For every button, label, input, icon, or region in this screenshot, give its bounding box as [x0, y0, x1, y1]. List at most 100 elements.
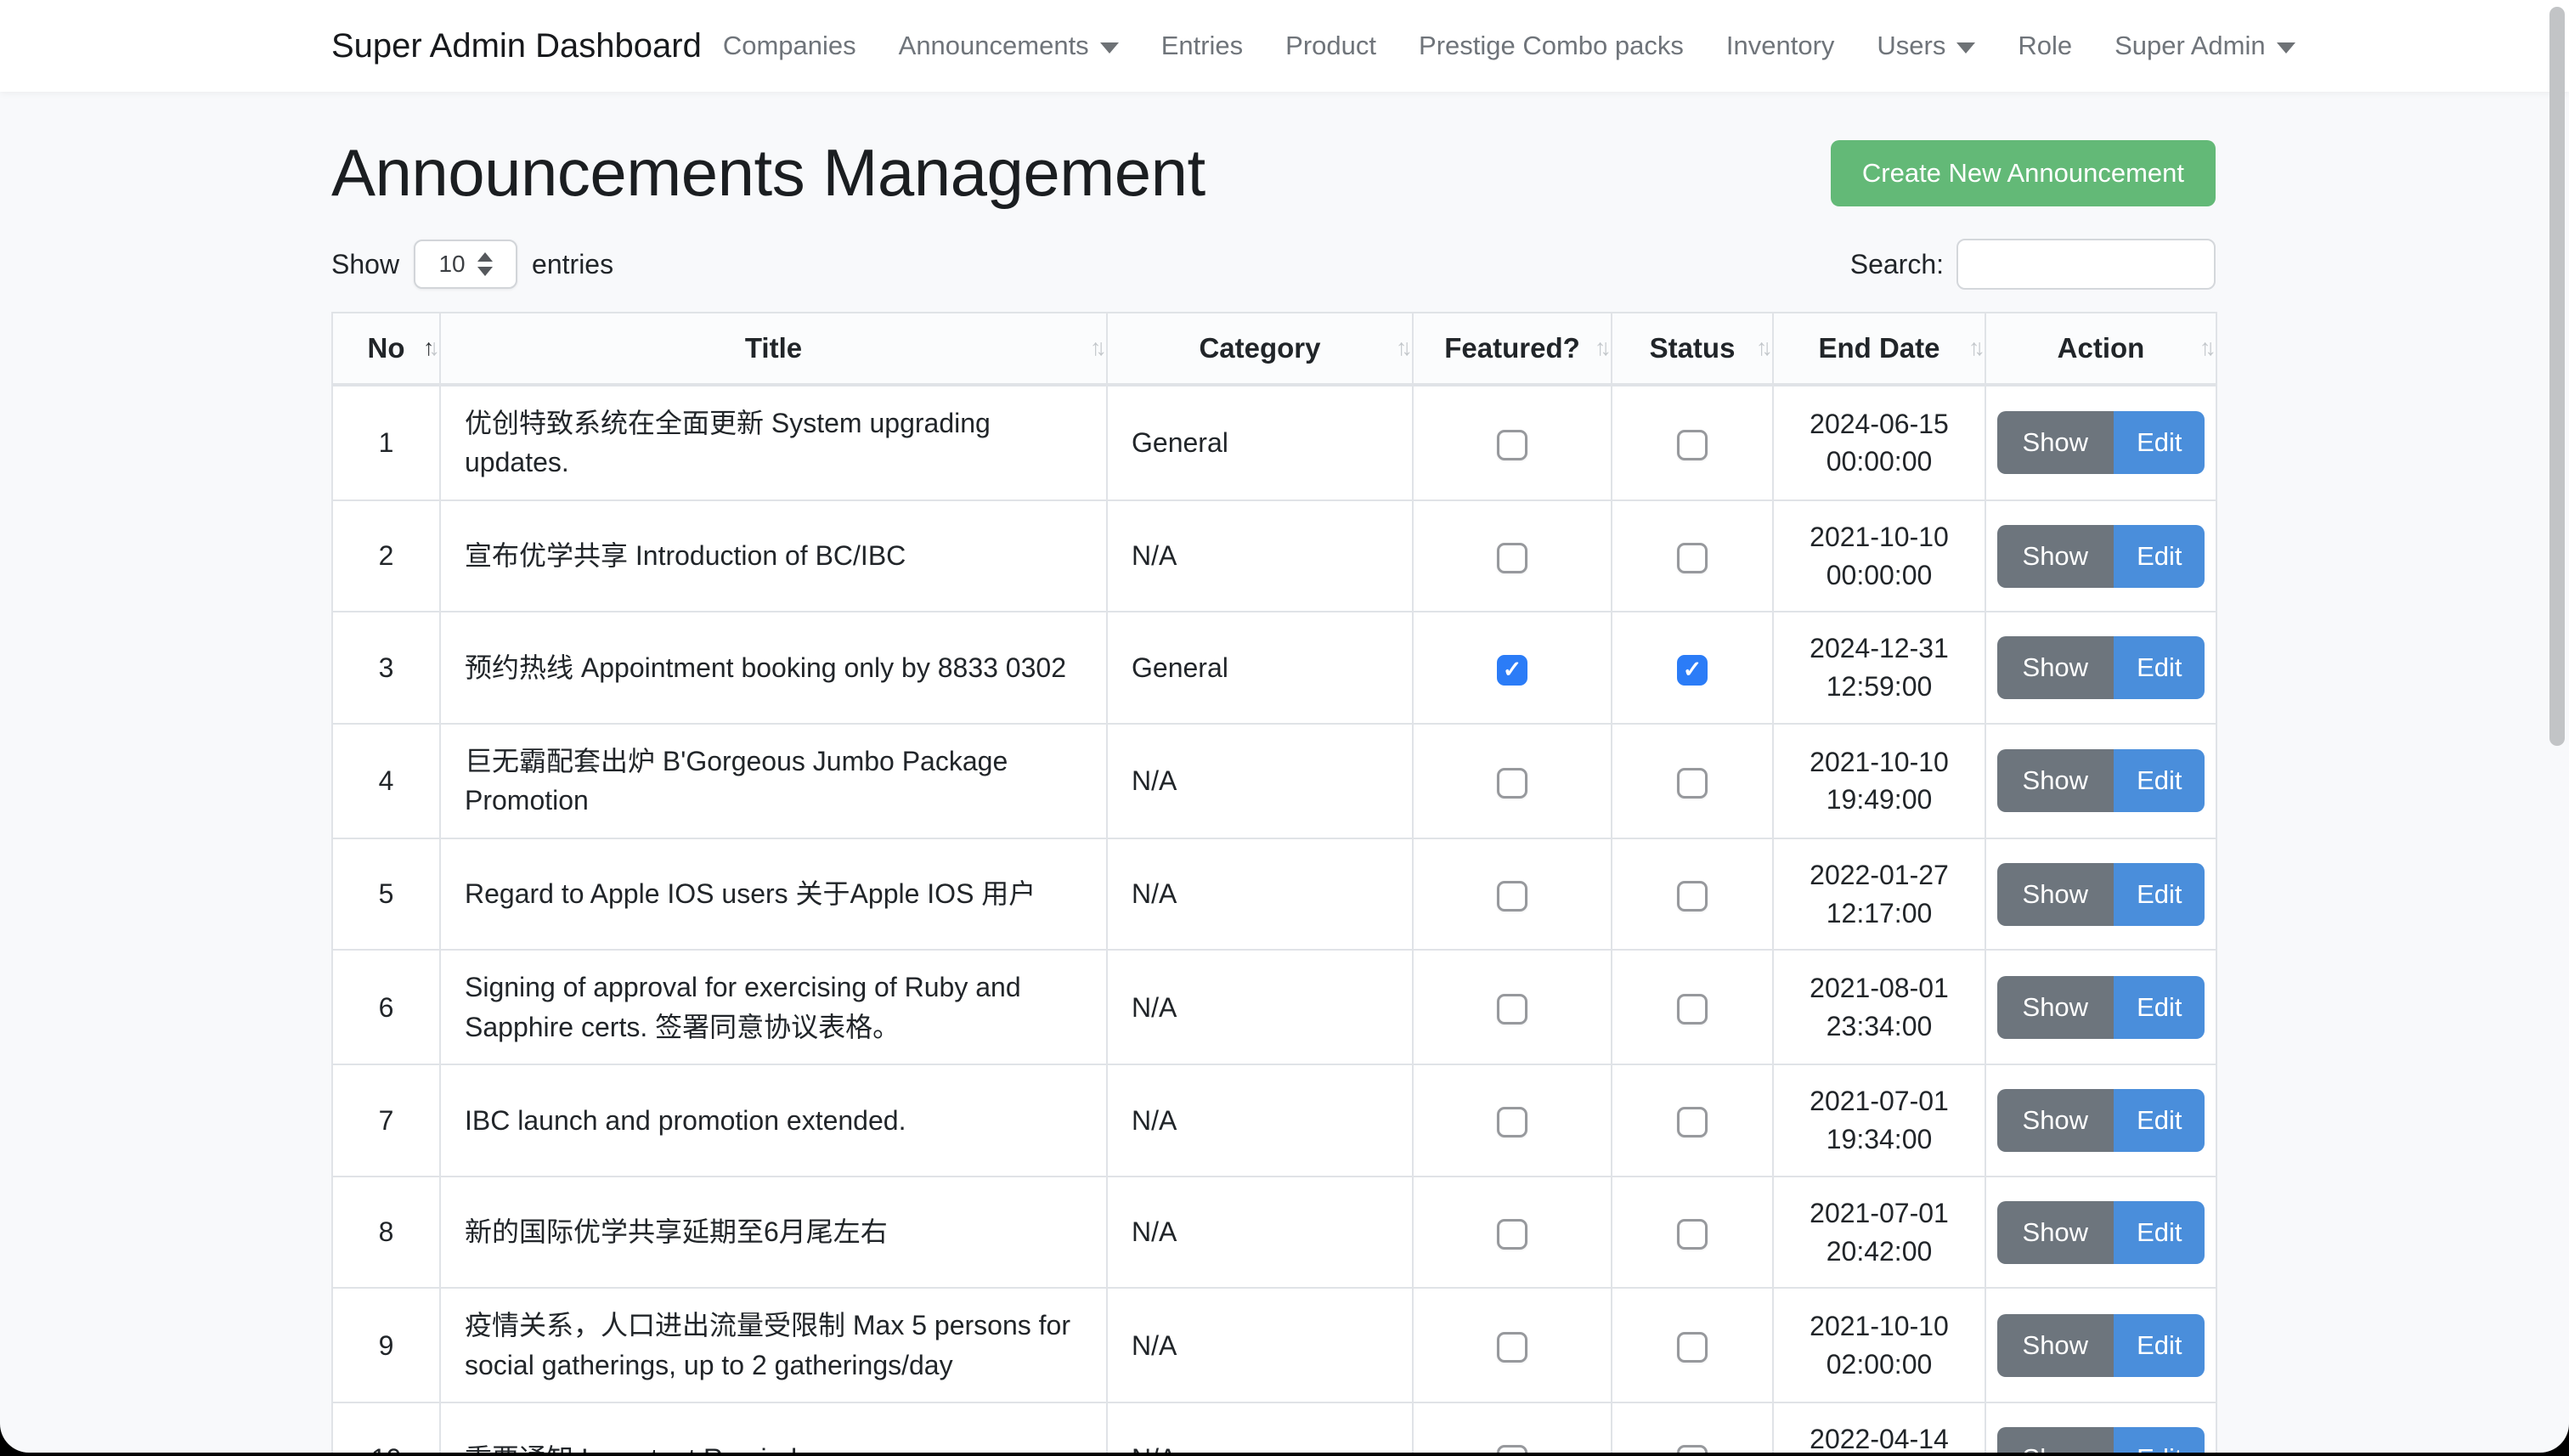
- cell-category: N/A: [1107, 1177, 1413, 1289]
- cell-category: N/A: [1107, 1288, 1413, 1402]
- cell-action: ShowEdit: [1985, 1402, 2216, 1453]
- status-checkbox[interactable]: [1677, 1332, 1708, 1363]
- edit-button[interactable]: Edit: [2114, 863, 2205, 926]
- show-button[interactable]: Show: [1997, 1314, 2114, 1377]
- featured-checkbox[interactable]: [1497, 1219, 1527, 1250]
- edit-button[interactable]: Edit: [2114, 411, 2205, 474]
- sort-icon: ↑↓: [1595, 335, 1606, 361]
- featured-checkbox[interactable]: [1497, 1107, 1527, 1137]
- col-header-title[interactable]: Title↑↓: [440, 313, 1107, 385]
- cell-featured: [1413, 500, 1612, 612]
- cell-featured: [1413, 724, 1612, 838]
- featured-checkbox[interactable]: [1497, 1445, 1527, 1453]
- status-checkbox[interactable]: [1677, 430, 1708, 460]
- col-header-end-date[interactable]: End Date↑↓: [1773, 313, 1985, 385]
- cell-end-date: 2024-06-1500:00:00: [1773, 385, 1985, 500]
- status-checkbox[interactable]: [1677, 543, 1708, 573]
- arrow-up-icon: [477, 252, 493, 262]
- cell-status: [1612, 500, 1773, 612]
- vertical-scrollbar[interactable]: [2549, 7, 2565, 746]
- edit-button[interactable]: Edit: [2114, 636, 2205, 699]
- announcements-table: No↑↓ Title↑↓ Category↑↓ Featured?↑↓ Stat…: [331, 312, 2217, 1453]
- featured-checkbox[interactable]: [1497, 881, 1527, 911]
- edit-button[interactable]: Edit: [2114, 1201, 2205, 1264]
- col-header-featured[interactable]: Featured?↑↓: [1413, 313, 1612, 385]
- stepper-arrows-icon: [477, 252, 493, 276]
- cell-action: ShowEdit: [1985, 1288, 2216, 1402]
- cell-no: 1: [332, 385, 440, 500]
- nav-item-users[interactable]: Users: [1855, 31, 1996, 61]
- cell-end-date: 2021-07-0120:42:00: [1773, 1177, 1985, 1289]
- cell-action: ShowEdit: [1985, 612, 2216, 724]
- status-checkbox[interactable]: [1677, 1107, 1708, 1137]
- show-button[interactable]: Show: [1997, 976, 2114, 1039]
- nav-item-entries[interactable]: Entries: [1140, 31, 1264, 61]
- cell-title: 重要通知 Important Reminder: [440, 1402, 1107, 1453]
- edit-button[interactable]: Edit: [2114, 1427, 2205, 1453]
- status-checkbox[interactable]: [1677, 994, 1708, 1024]
- nav-item-product[interactable]: Product: [1264, 31, 1397, 61]
- cell-end-date: 2021-08-0123:34:00: [1773, 950, 1985, 1064]
- col-header-action[interactable]: Action↑↓: [1985, 313, 2216, 385]
- edit-button[interactable]: Edit: [2114, 1089, 2205, 1152]
- cell-action: ShowEdit: [1985, 950, 2216, 1064]
- arrow-down-icon: [477, 267, 493, 276]
- featured-checkbox[interactable]: [1497, 655, 1527, 686]
- cell-no: 9: [332, 1288, 440, 1402]
- search-input[interactable]: [1956, 239, 2216, 290]
- cell-status: [1612, 1288, 1773, 1402]
- show-button[interactable]: Show: [1997, 1427, 2114, 1453]
- show-button[interactable]: Show: [1997, 525, 2114, 588]
- cell-category: N/A: [1107, 1064, 1413, 1177]
- sort-icon: ↑↓: [1968, 335, 1979, 361]
- page-length-select[interactable]: 10: [414, 240, 517, 289]
- nav-item-prestige-combo-packs[interactable]: Prestige Combo packs: [1397, 31, 1705, 61]
- cell-no: 7: [332, 1064, 440, 1177]
- cell-featured: [1413, 950, 1612, 1064]
- table-row: 10 重要通知 Important Reminder N/A 2022-04-1…: [332, 1402, 2216, 1453]
- edit-button[interactable]: Edit: [2114, 1314, 2205, 1377]
- show-button[interactable]: Show: [1997, 1201, 2114, 1264]
- cell-no: 8: [332, 1177, 440, 1289]
- search-control: Search:: [1850, 239, 2216, 290]
- status-checkbox[interactable]: [1677, 655, 1708, 686]
- status-checkbox[interactable]: [1677, 1445, 1708, 1453]
- featured-checkbox[interactable]: [1497, 543, 1527, 573]
- create-new-announcement-button[interactable]: Create New Announcement: [1831, 140, 2216, 206]
- show-button[interactable]: Show: [1997, 636, 2114, 699]
- cell-end-date: 2021-10-1019:49:00: [1773, 724, 1985, 838]
- featured-checkbox[interactable]: [1497, 1332, 1527, 1363]
- cell-category: General: [1107, 385, 1413, 500]
- edit-button[interactable]: Edit: [2114, 976, 2205, 1039]
- show-button[interactable]: Show: [1997, 749, 2114, 812]
- cell-action: ShowEdit: [1985, 724, 2216, 838]
- featured-checkbox[interactable]: [1497, 430, 1527, 460]
- col-header-status[interactable]: Status↑↓: [1612, 313, 1773, 385]
- edit-button[interactable]: Edit: [2114, 749, 2205, 812]
- cell-status: [1612, 838, 1773, 951]
- nav-item-announcements[interactable]: Announcements: [878, 31, 1140, 61]
- nav-links: Companies Announcements Entries Product …: [702, 31, 2295, 61]
- status-checkbox[interactable]: [1677, 1219, 1708, 1250]
- status-checkbox[interactable]: [1677, 768, 1708, 799]
- cell-title: Regard to Apple IOS users 关于Apple IOS 用户: [440, 838, 1107, 951]
- show-button[interactable]: Show: [1997, 863, 2114, 926]
- cell-no: 6: [332, 950, 440, 1064]
- sort-icon: ↑↓: [2199, 335, 2210, 361]
- nav-item-inventory[interactable]: Inventory: [1705, 31, 1856, 61]
- brand-link[interactable]: Super Admin Dashboard: [331, 27, 702, 65]
- featured-checkbox[interactable]: [1497, 994, 1527, 1024]
- edit-button[interactable]: Edit: [2114, 525, 2205, 588]
- nav-item-companies[interactable]: Companies: [702, 31, 878, 61]
- table-row: 3 预约热线 Appointment booking only by 8833 …: [332, 612, 2216, 724]
- nav-item-super-admin[interactable]: Super Admin: [2093, 31, 2295, 61]
- show-button[interactable]: Show: [1997, 1089, 2114, 1152]
- col-header-category[interactable]: Category↑↓: [1107, 313, 1413, 385]
- status-checkbox[interactable]: [1677, 881, 1708, 911]
- show-button[interactable]: Show: [1997, 411, 2114, 474]
- cell-featured: [1413, 612, 1612, 724]
- col-header-no[interactable]: No↑↓: [332, 313, 440, 385]
- nav-item-role[interactable]: Role: [1996, 31, 2093, 61]
- page-header: Announcements Management Create New Anno…: [331, 134, 2216, 212]
- featured-checkbox[interactable]: [1497, 768, 1527, 799]
